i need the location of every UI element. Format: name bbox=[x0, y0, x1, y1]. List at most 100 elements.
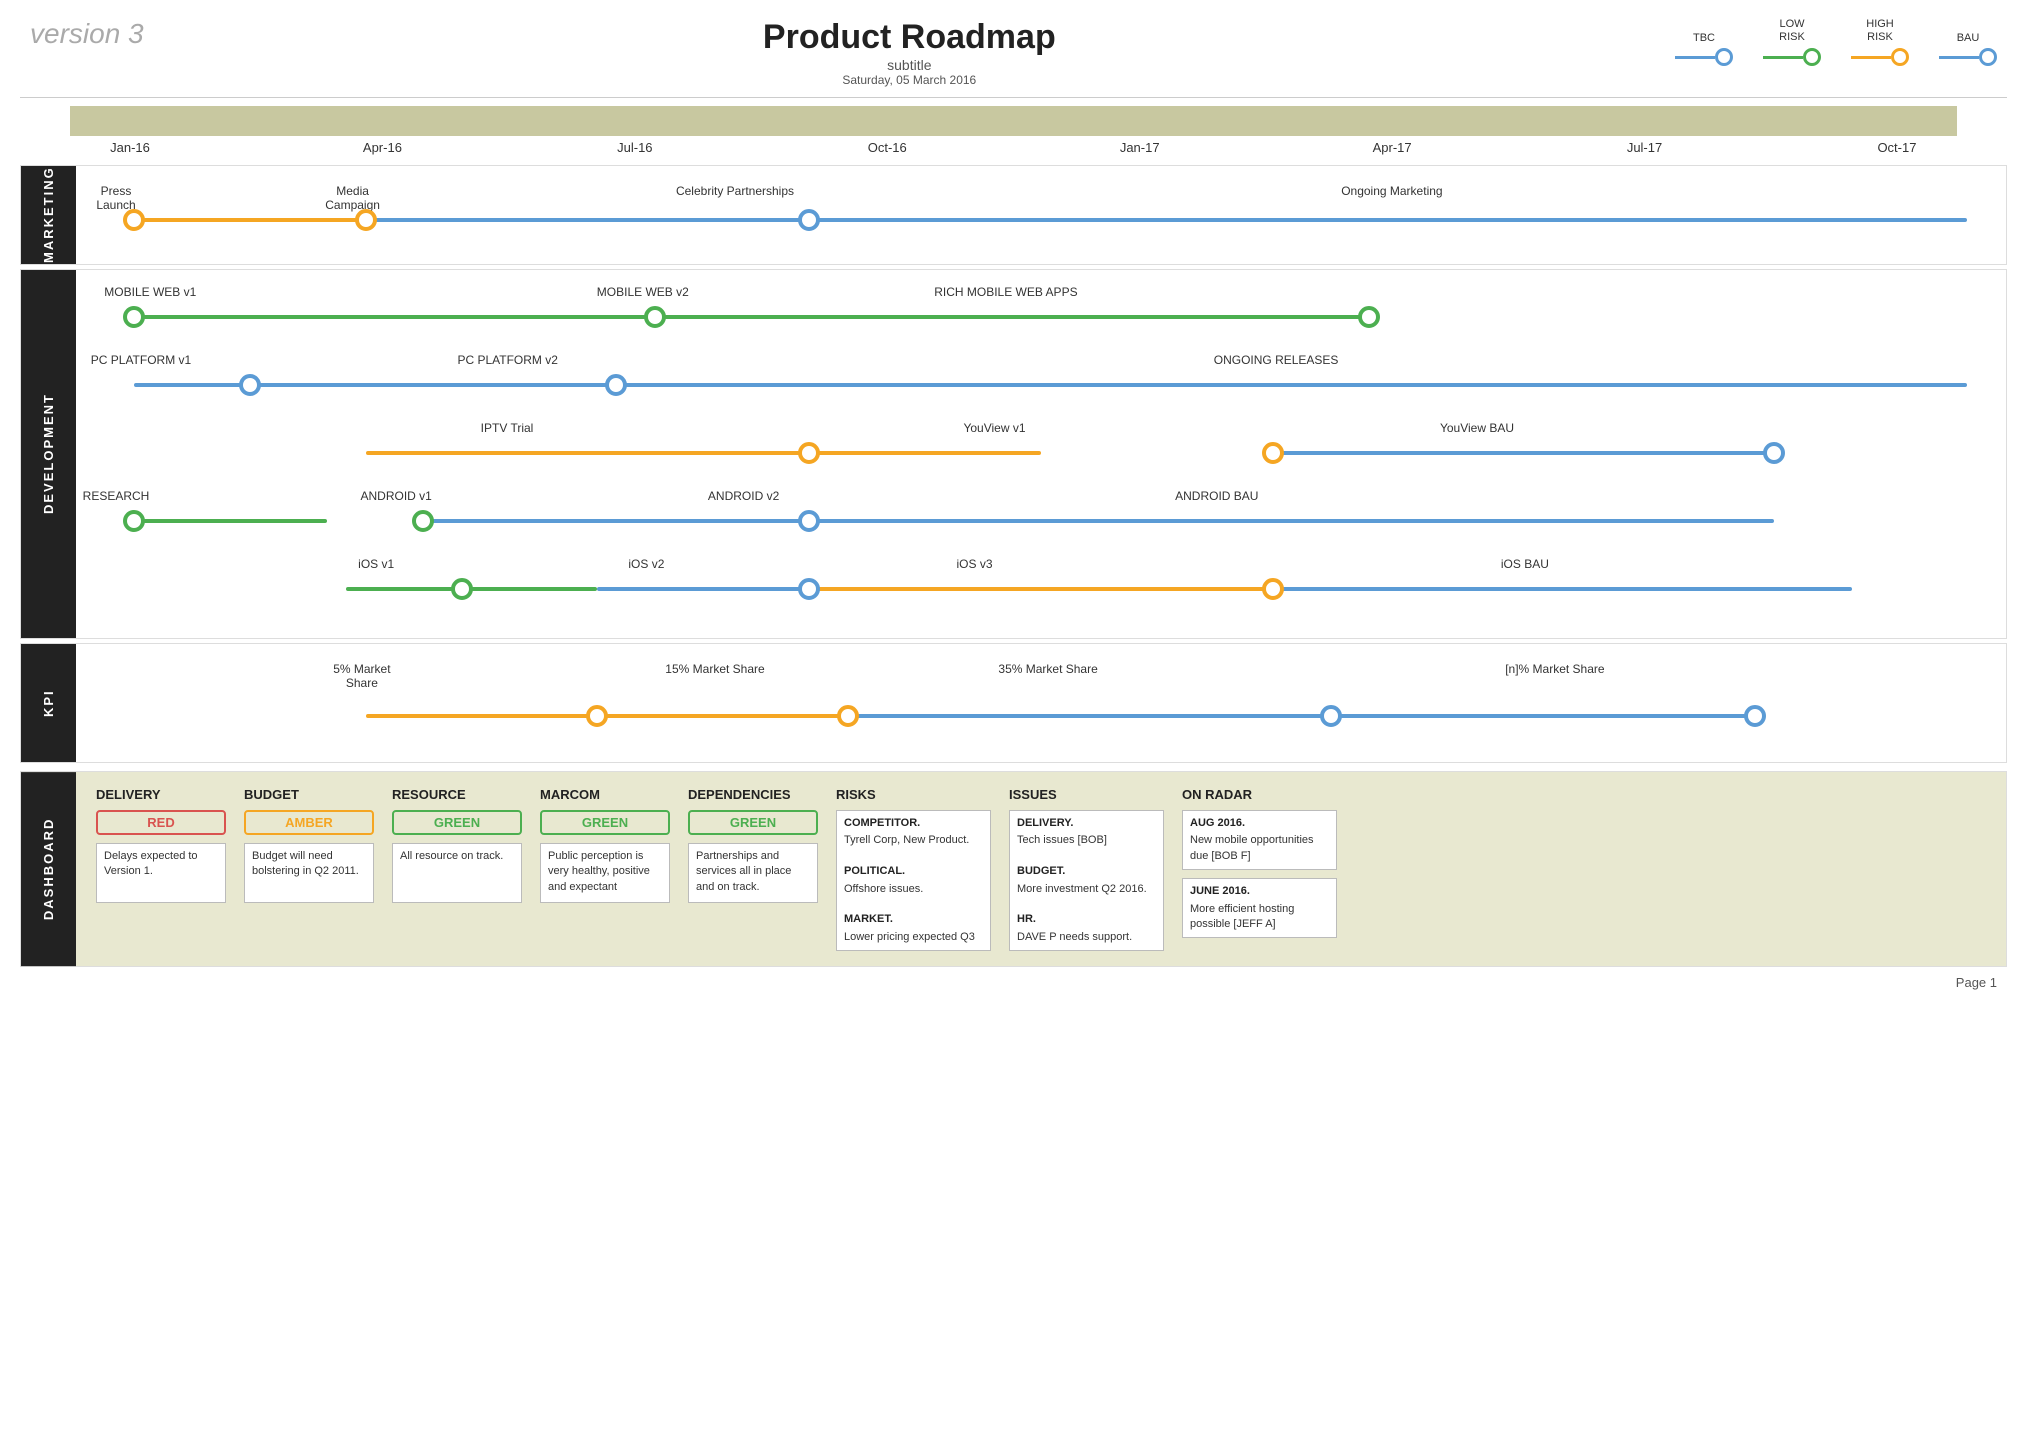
issue-3-body: DAVE P needs support. bbox=[1017, 930, 1156, 945]
delivery-title: DELIVERY bbox=[96, 787, 226, 802]
issue-item-1: DELIVERY. Tech issues [BOB] bbox=[1017, 816, 1156, 849]
label-celebrity: Celebrity Partnerships bbox=[655, 184, 815, 198]
risk-item-3: MARKET. Lower pricing expected Q3 bbox=[844, 912, 983, 945]
resource-col: RESOURCE GREEN All resource on track. bbox=[392, 787, 522, 951]
dashboard-section: DASHBOARD DELIVERY RED Delays expected t… bbox=[20, 771, 2007, 967]
dependencies-col: DEPENDENCIES GREEN Partnerships and serv… bbox=[688, 787, 818, 951]
label-mobile-web-v2: MOBILE WEB v2 bbox=[578, 285, 708, 299]
label-35pct: 35% Market Share bbox=[983, 662, 1113, 676]
risks-col: RISKS COMPETITOR. Tyrell Corp, New Produ… bbox=[836, 787, 991, 951]
issue-item-3: HR. DAVE P needs support. bbox=[1017, 912, 1156, 945]
label-youview-bau: YouView BAU bbox=[1427, 421, 1527, 435]
radar-1-head: AUG 2016. bbox=[1190, 816, 1329, 831]
resource-badge: GREEN bbox=[392, 810, 522, 835]
issue-1-body: Tech issues [BOB] bbox=[1017, 833, 1156, 848]
label-pc-v1: PC PLATFORM v1 bbox=[76, 353, 206, 367]
label-15pct: 15% Market Share bbox=[655, 662, 775, 676]
marketing-label: MARKETING bbox=[21, 166, 76, 264]
development-section: DEVELOPMENT MOBILE WEB v1 MOBILE WEB v2 … bbox=[20, 269, 2007, 639]
onradar-text2: JUNE 2016. More efficient hosting possib… bbox=[1182, 878, 1337, 938]
kpi-swimlane: 5% MarketShare 15% Market Share 35% Mark… bbox=[76, 654, 2006, 749]
risk-1-head: COMPETITOR. bbox=[844, 816, 983, 831]
issues-col: ISSUES DELIVERY. Tech issues [BOB] BUDGE… bbox=[1009, 787, 1164, 951]
resource-title: RESOURCE bbox=[392, 787, 522, 802]
budget-text: Budget will need bolstering in Q2 2011. bbox=[244, 843, 374, 903]
legend-bau-line bbox=[1939, 48, 1997, 66]
month-oct17: Oct-17 bbox=[1837, 140, 1957, 155]
risk-3-body: Lower pricing expected Q3 bbox=[844, 930, 983, 945]
delivery-badge: RED bbox=[96, 810, 226, 835]
legend-low-risk-line bbox=[1763, 48, 1821, 66]
legend-bau-label: BAU bbox=[1957, 32, 1980, 44]
dashboard-label: DASHBOARD bbox=[21, 772, 76, 966]
label-ios-v3: iOS v3 bbox=[945, 557, 1005, 571]
marcom-title: MARCOM bbox=[540, 787, 670, 802]
delivery-text: Delays expected to Version 1. bbox=[96, 843, 226, 903]
title-block: Product Roadmap subtitle Saturday, 05 Ma… bbox=[763, 18, 1056, 87]
budget-col: BUDGET AMBER Budget will need bolstering… bbox=[244, 787, 374, 951]
risk-item-1: COMPETITOR. Tyrell Corp, New Product. bbox=[844, 816, 983, 849]
android-row: RESEARCH ANDROID v1 ANDROID v2 ANDROID B… bbox=[76, 484, 2006, 552]
month-apr16: Apr-16 bbox=[322, 140, 442, 155]
month-jul17: Jul-17 bbox=[1585, 140, 1705, 155]
risk-2-body: Offshore issues. bbox=[844, 882, 983, 897]
dependencies-text: Partnerships and services all in place a… bbox=[688, 843, 818, 903]
version-label: version 3 bbox=[30, 18, 144, 50]
marcom-text: Public perception is very healthy, posit… bbox=[540, 843, 670, 903]
legend-bau: BAU bbox=[1939, 32, 1997, 66]
risks-text: COMPETITOR. Tyrell Corp, New Product. PO… bbox=[836, 810, 991, 951]
pc-platform-row: PC PLATFORM v1 PC PLATFORM v2 ONGOING RE… bbox=[76, 348, 2006, 416]
marcom-col: MARCOM GREEN Public perception is very h… bbox=[540, 787, 670, 951]
timeline-months: Jan-16 Apr-16 Jul-16 Oct-16 Jan-17 Apr-1… bbox=[0, 136, 2027, 165]
month-jan17: Jan-17 bbox=[1080, 140, 1200, 155]
kpi-label: KPI bbox=[21, 644, 76, 762]
onradar-col: ON RADAR AUG 2016. New mobile opportunit… bbox=[1182, 787, 1337, 951]
label-5pct: 5% MarketShare bbox=[327, 662, 397, 690]
label-ongoing-releases: ONGOING RELEASES bbox=[1176, 353, 1376, 367]
label-android-v1: ANDROID v1 bbox=[346, 489, 446, 503]
ios-row: iOS v1 iOS v2 iOS v3 iOS BAU bbox=[76, 552, 2006, 620]
page-header: version 3 Product Roadmap subtitle Satur… bbox=[0, 0, 2027, 97]
onradar-title: ON RADAR bbox=[1182, 787, 1337, 802]
page-title: Product Roadmap bbox=[763, 18, 1056, 57]
legend-low-risk: LOWRISK bbox=[1763, 18, 1821, 66]
label-press-launch: PressLaunch bbox=[76, 184, 156, 212]
dependencies-title: DEPENDENCIES bbox=[688, 787, 818, 802]
delivery-col: DELIVERY RED Delays expected to Version … bbox=[96, 787, 226, 951]
label-media-campaign: MediaCampaign bbox=[308, 184, 398, 212]
label-ios-v1: iOS v1 bbox=[346, 557, 406, 571]
risks-title: RISKS bbox=[836, 787, 991, 802]
legend-tbc-label: TBC bbox=[1693, 32, 1715, 44]
issues-title: ISSUES bbox=[1009, 787, 1164, 802]
label-ios-bau: iOS BAU bbox=[1485, 557, 1565, 571]
issue-1-head: DELIVERY. bbox=[1017, 816, 1156, 831]
legend-high-risk: HIGHRISK bbox=[1851, 18, 1909, 66]
budget-badge: AMBER bbox=[244, 810, 374, 835]
risk-3-head: MARKET. bbox=[844, 912, 983, 927]
marketing-section: MARKETING PressLaunch MediaCampaign Cele… bbox=[20, 165, 2007, 265]
resource-text: All resource on track. bbox=[392, 843, 522, 903]
legend-tbc: TBC bbox=[1675, 32, 1733, 66]
dependencies-badge: GREEN bbox=[688, 810, 818, 835]
label-android-v2: ANDROID v2 bbox=[694, 489, 794, 503]
month-oct16: Oct-16 bbox=[827, 140, 947, 155]
label-android-bau: ANDROID BAU bbox=[1157, 489, 1277, 503]
month-jul16: Jul-16 bbox=[575, 140, 695, 155]
iptv-row: IPTV Trial YouView v1 YouView BAU bbox=[76, 416, 2006, 484]
legend-high-risk-line bbox=[1851, 48, 1909, 66]
mobile-web-row: MOBILE WEB v1 MOBILE WEB v2 RICH MOBILE … bbox=[76, 280, 2006, 348]
label-research: RESEARCH bbox=[76, 489, 156, 503]
risk-2-head: POLITICAL. bbox=[844, 864, 983, 879]
issue-3-head: HR. bbox=[1017, 912, 1156, 927]
legend-high-risk-label: HIGHRISK bbox=[1866, 18, 1894, 44]
label-ongoing-marketing: Ongoing Marketing bbox=[1292, 184, 1492, 198]
marcom-badge: GREEN bbox=[540, 810, 670, 835]
header-separator bbox=[20, 97, 2007, 98]
legend-tbc-line bbox=[1675, 48, 1733, 66]
legend-low-risk-label: LOWRISK bbox=[1779, 18, 1805, 44]
kpi-section: KPI 5% MarketShare 15% Market Share 35% … bbox=[20, 643, 2007, 763]
issue-2-head: BUDGET. bbox=[1017, 864, 1156, 879]
dashboard-content: DELIVERY RED Delays expected to Version … bbox=[76, 772, 2006, 966]
legend: TBC LOWRISK HIGHRISK BAU bbox=[1675, 18, 1997, 71]
label-youview-v1: YouView v1 bbox=[945, 421, 1045, 435]
